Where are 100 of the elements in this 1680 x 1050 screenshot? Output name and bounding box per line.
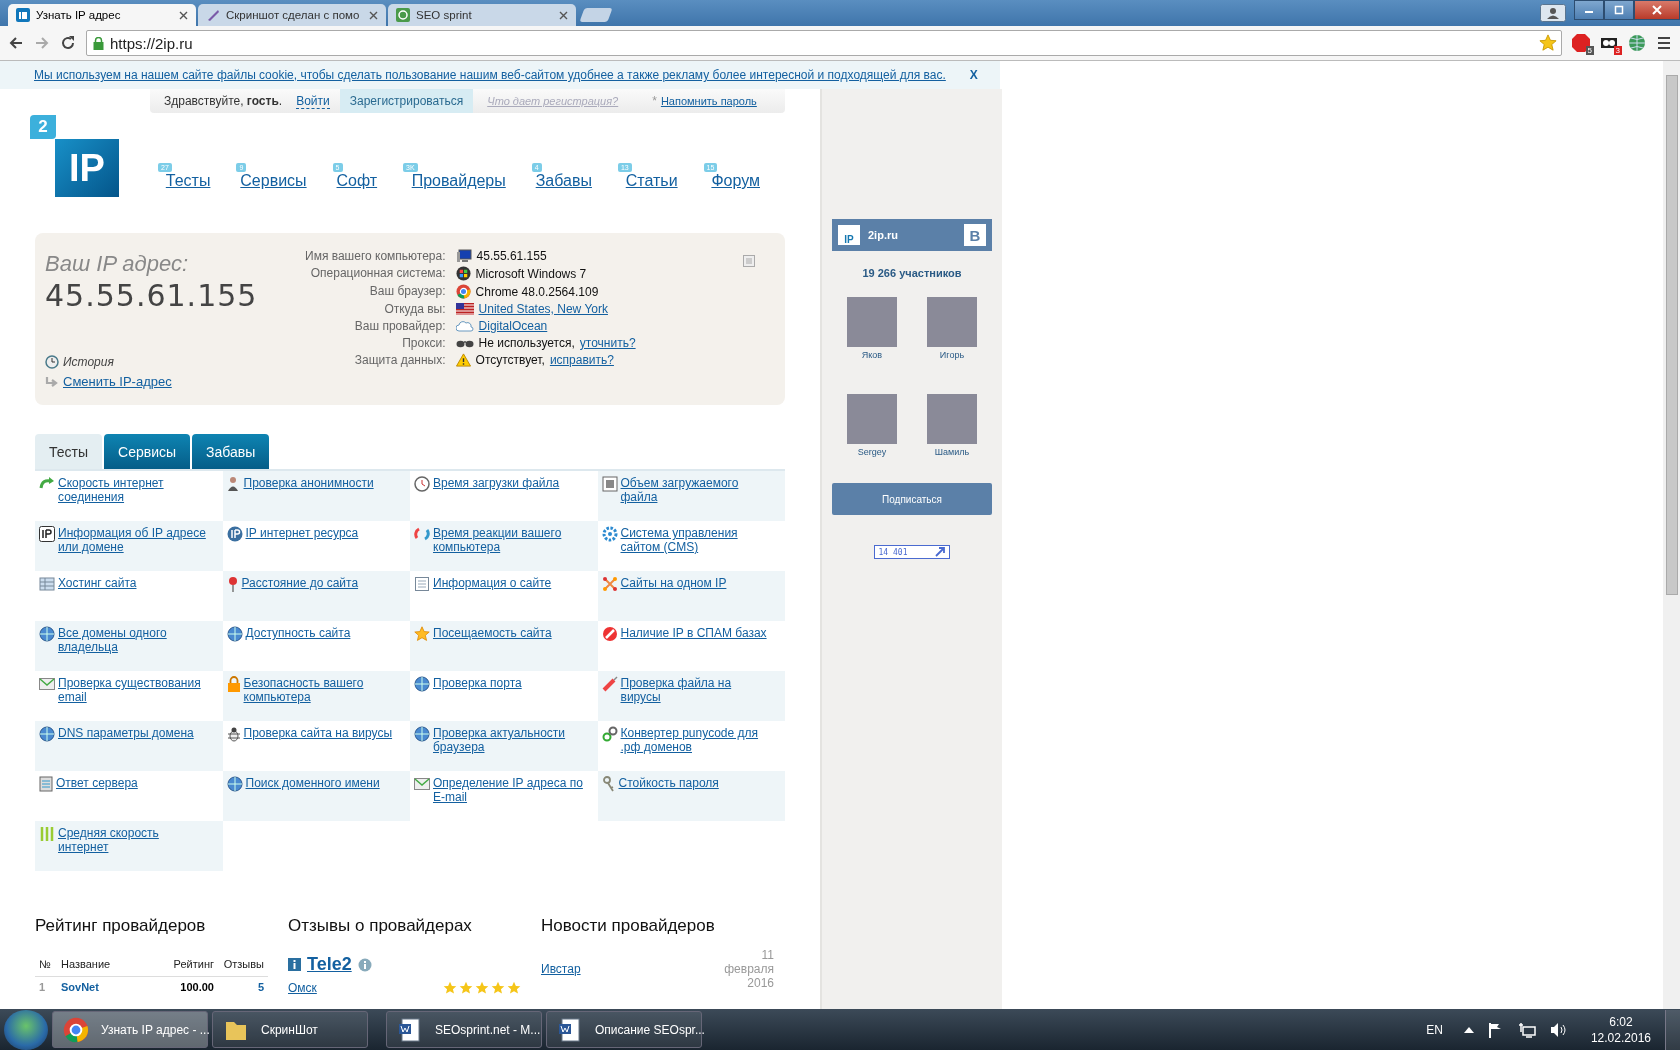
test-link[interactable]: Сайты на одном IP — [620, 576, 727, 590]
test-link[interactable]: Стойкость пароля — [618, 776, 719, 790]
info-link[interactable]: уточнить? — [579, 336, 636, 350]
change-ip-link[interactable]: Сменить IP-адрес — [63, 374, 172, 389]
taskbar-button[interactable]: SEOsprint.net - M... — [386, 1011, 542, 1048]
provider-link[interactable]: SovNet — [57, 977, 158, 997]
menu-icon[interactable] — [1656, 36, 1672, 50]
browser-tab[interactable]: Скриншот сделан с помо — [198, 4, 386, 26]
start-button[interactable] — [4, 1009, 48, 1050]
test-link[interactable]: Посещаемость сайта — [433, 626, 552, 640]
test-link[interactable]: Проверка существования email — [58, 676, 211, 704]
members-count[interactable]: 19 266 участников — [862, 267, 962, 279]
subscribe-button[interactable]: Подписаться — [832, 483, 992, 515]
history-link[interactable]: История — [63, 355, 114, 369]
city-link[interactable]: Омск — [288, 981, 317, 995]
scrollbar[interactable] — [1663, 61, 1680, 1009]
test-link[interactable]: Система управления сайтом (CMS) — [620, 526, 773, 554]
section-tab[interactable]: Тесты — [35, 434, 103, 469]
taskbar-button[interactable]: СкринШот — [212, 1011, 368, 1048]
test-link[interactable]: Ответ сервера — [56, 776, 138, 790]
address-field[interactable]: https://2ip.ru — [86, 30, 1562, 56]
star-icon — [443, 981, 457, 995]
test-link[interactable]: Проверка порта — [433, 676, 522, 690]
test-link[interactable]: Проверка сайта на вирусы — [243, 726, 393, 740]
taskbar-button[interactable]: Описание SEOspr... — [546, 1011, 702, 1048]
maximize-button[interactable] — [1604, 0, 1634, 20]
caret-icon[interactable] — [1463, 1026, 1474, 1033]
member-name[interactable]: Игорь — [939, 350, 965, 360]
taskbar-button[interactable]: Узнать IP адрес - ... — [52, 1011, 208, 1048]
provider-link[interactable]: Tele2 — [307, 954, 352, 975]
minimize-button[interactable] — [1574, 0, 1604, 20]
group-name[interactable]: 2ip.ru — [868, 229, 956, 241]
info-link[interactable]: DigitalOcean — [478, 319, 548, 333]
network-icon[interactable] — [1517, 1021, 1536, 1038]
login-link[interactable]: Войти — [296, 93, 330, 109]
table-cell[interactable]: 5 — [218, 977, 268, 997]
section-tab[interactable]: Забавы — [192, 434, 270, 469]
nav-link[interactable]: Тесты — [165, 172, 211, 190]
test-link[interactable]: Проверка анонимности — [243, 476, 374, 490]
test-link[interactable]: Безопасность вашего компьютера — [243, 676, 398, 704]
test-link[interactable]: IP интернет ресурса — [245, 526, 359, 540]
clock-date[interactable]: 12.02.2016 — [1590, 1029, 1651, 1046]
browser-tab[interactable]: SEO sprint — [388, 4, 576, 26]
member-name[interactable]: Sergey — [857, 447, 887, 457]
nav-link[interactable]: Сервисы — [240, 172, 307, 190]
user-icon[interactable] — [1540, 4, 1566, 22]
speaker-icon[interactable] — [1549, 1021, 1568, 1038]
member-name[interactable]: Шамиль — [934, 447, 970, 457]
info-link[interactable]: United States, New York — [478, 302, 608, 316]
test-link[interactable]: Конвертер punycode для .рф доменов — [620, 726, 773, 754]
site-logo[interactable]: 2 IP — [30, 115, 120, 199]
test-link[interactable]: Время реакции вашего компьютера — [433, 526, 586, 554]
star-icon[interactable] — [1539, 34, 1557, 52]
nav-link[interactable]: Статьи — [625, 172, 678, 190]
globe-icon[interactable] — [1628, 34, 1646, 52]
member-name[interactable]: Яков — [861, 350, 883, 360]
test-link[interactable]: Поиск доменного имени — [245, 776, 380, 790]
close-button[interactable]: X — [969, 68, 978, 82]
clock-time[interactable]: 6:02 — [1609, 1013, 1633, 1030]
reload-icon[interactable] — [60, 35, 76, 51]
nav-link[interactable]: Софт — [336, 172, 378, 190]
close-button[interactable] — [1634, 0, 1680, 20]
test-link[interactable]: Все домены одного владельца — [58, 626, 211, 654]
test-link[interactable]: Проверка файла на вирусы — [620, 676, 773, 704]
test-link[interactable]: Скорость интернет соединения — [58, 476, 211, 504]
vk-logo[interactable]: B — [964, 224, 986, 246]
nav-link[interactable]: Провайдеры — [411, 172, 506, 190]
register-button[interactable]: Зарегистрироваться — [339, 89, 474, 113]
test-link[interactable]: Хостинг сайта — [58, 576, 137, 590]
clock-icon — [414, 476, 430, 492]
test-link[interactable]: Расстояние до сайта — [241, 576, 359, 590]
show-desktop-button[interactable] — [1665, 1009, 1680, 1050]
test-link[interactable]: Проверка актуальности браузера — [433, 726, 586, 754]
news-link[interactable]: Ивстар — [541, 962, 581, 976]
close-icon[interactable] — [179, 10, 188, 20]
new-tab-button[interactable] — [579, 8, 613, 22]
test-link[interactable]: Информация о сайте — [433, 576, 552, 590]
test-link[interactable]: DNS параметры домена — [58, 726, 194, 740]
browser-tab[interactable]: Узнать IP адрес — [8, 4, 196, 26]
test-link[interactable]: Определение IP адреса по E-mail — [433, 776, 586, 804]
back-icon[interactable] — [8, 35, 24, 51]
lock-icon — [93, 36, 104, 50]
test-link[interactable]: Объем загружаемого файла — [620, 476, 773, 504]
test-link[interactable]: Средняя скорость интернет — [58, 826, 211, 854]
test-link[interactable]: Информация об IP адресе или домене — [58, 526, 211, 554]
info-link[interactable]: исправить? — [549, 353, 614, 367]
test-link[interactable]: Доступность сайта — [245, 626, 351, 640]
counter-badge[interactable]: 14 401 — [873, 545, 951, 559]
close-icon[interactable] — [369, 10, 378, 20]
info-value: Не используется, — [478, 336, 575, 350]
close-icon[interactable] — [559, 10, 568, 20]
test-link[interactable]: Время загрузки файла — [433, 476, 560, 490]
cookie-notice-link[interactable]: Мы используем на нашем сайте файлы cookie, чтобы сделать пользование нашим веб-сайтом удобнее а также рекламу более интересной и подходящей для вас. — [34, 68, 946, 82]
test-link[interactable]: Наличие IP в СПАМ базах — [620, 626, 767, 640]
language-indicator[interactable]: EN — [1426, 1022, 1443, 1037]
nav-link[interactable]: Забавы — [535, 172, 592, 190]
site-logo[interactable]: IP — [838, 225, 860, 245]
section-tab[interactable]: Сервисы — [104, 434, 191, 469]
remind-password-link[interactable]: Напомнить пароль — [660, 95, 757, 107]
nav-link[interactable]: Форум — [711, 172, 760, 190]
